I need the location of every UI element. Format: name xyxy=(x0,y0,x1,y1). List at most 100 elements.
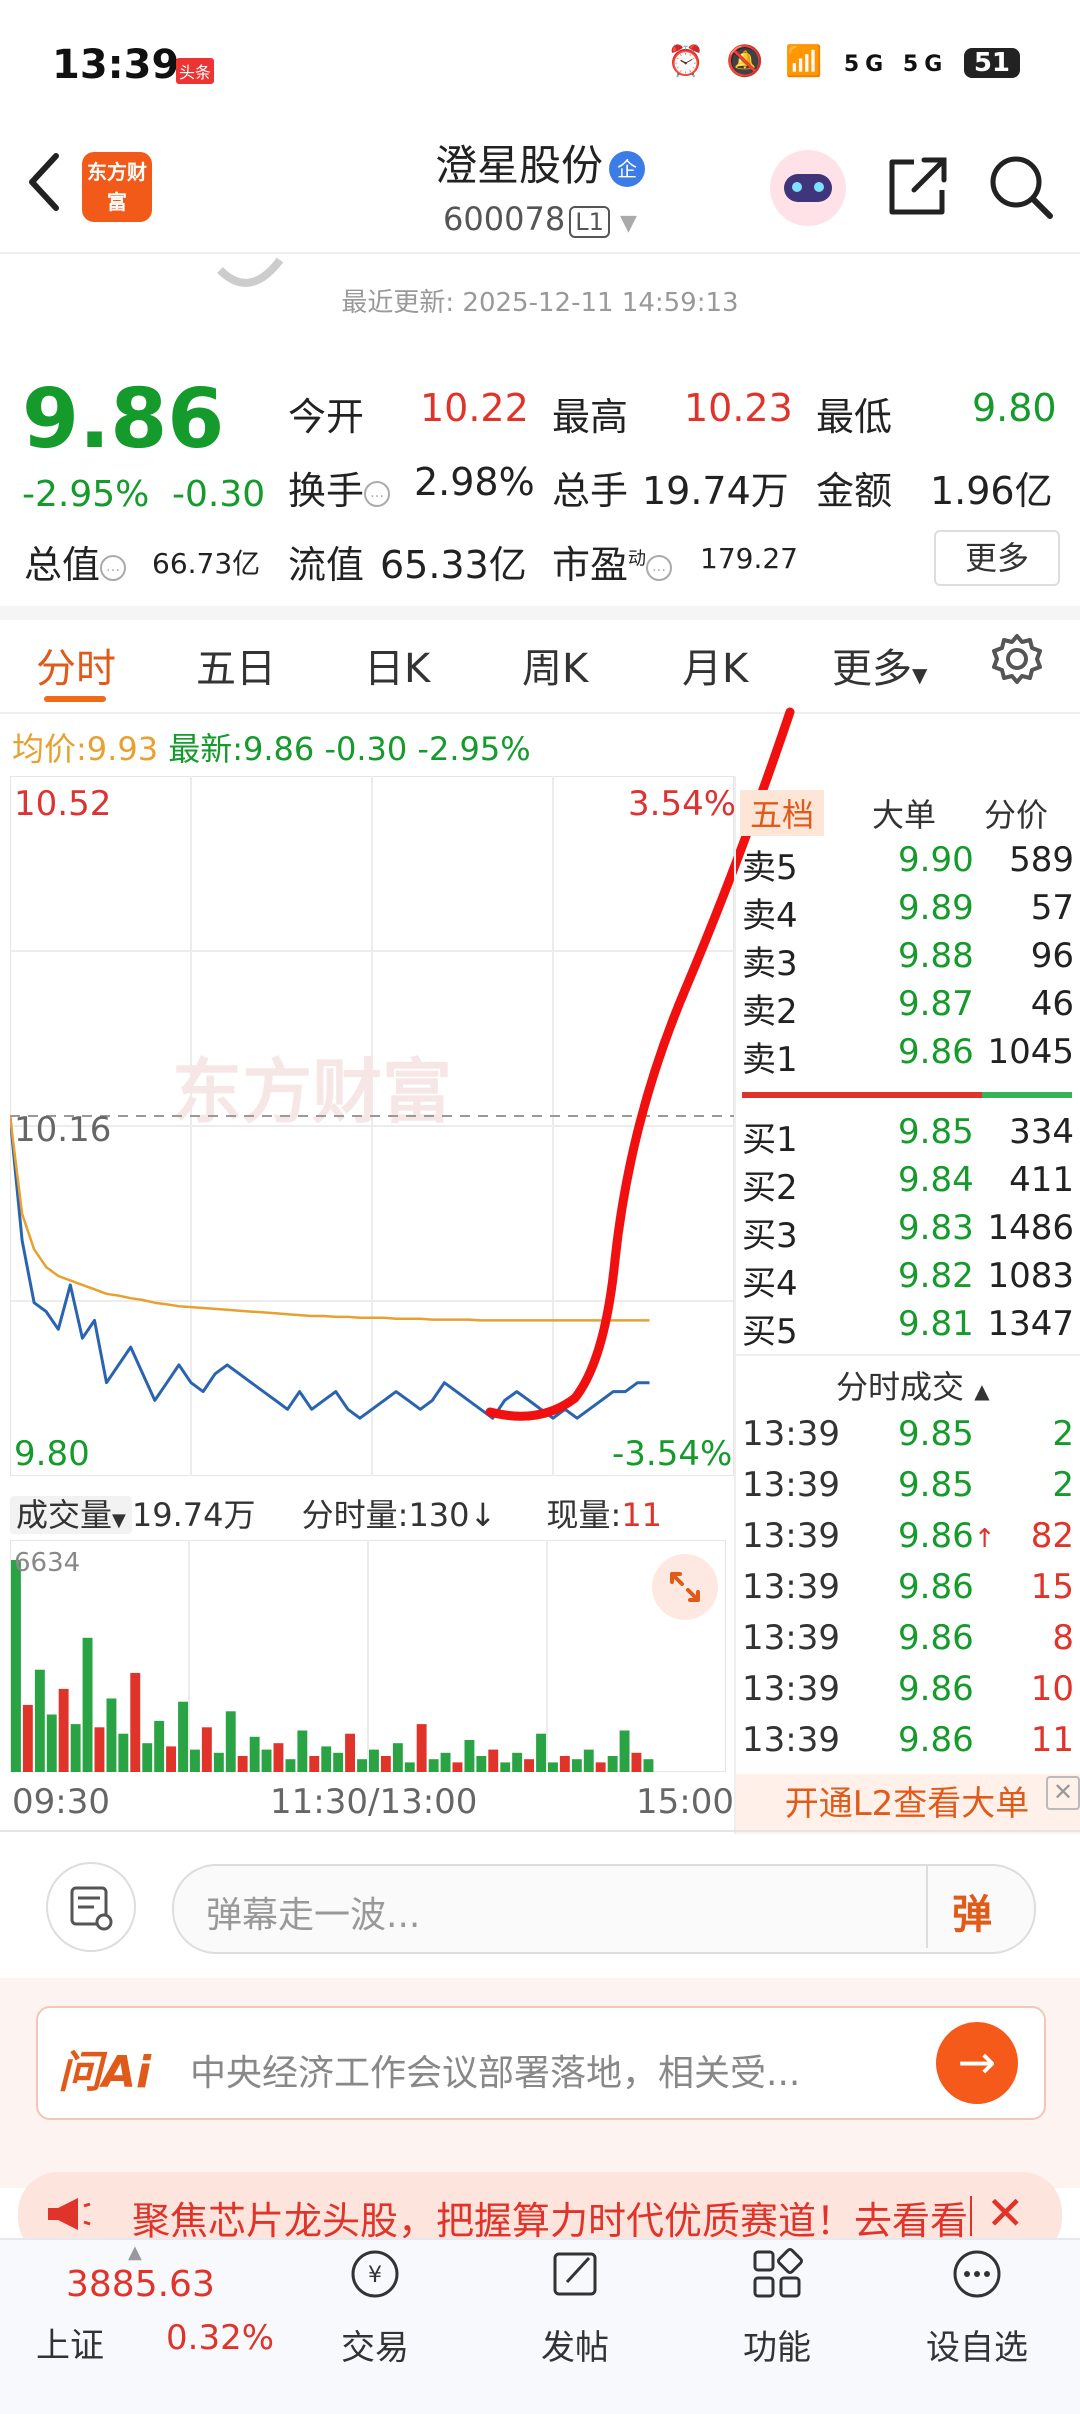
change-amount: -0.30 xyxy=(172,474,266,515)
tab-intraday[interactable]: 分时 xyxy=(36,636,116,694)
caret-down-icon: ▼ xyxy=(112,1510,126,1531)
tick-price: 9.85 xyxy=(898,1414,974,1454)
volume-bar xyxy=(321,1746,332,1772)
status-icons: ⏰ 🔕 📶 5G 5G 51 xyxy=(667,44,1020,79)
volume-chart[interactable] xyxy=(10,1540,726,1772)
volume-bar xyxy=(357,1759,367,1772)
level-volume: 334 xyxy=(1009,1112,1074,1152)
volume-bar xyxy=(595,1762,606,1772)
info-icon[interactable]: … xyxy=(646,554,673,581)
danmu-toggle-button[interactable]: 弹 xyxy=(952,1882,992,1940)
ai-go-button[interactable]: → xyxy=(936,2022,1018,2104)
tab-five-levels[interactable]: 五档 xyxy=(740,790,825,836)
close-icon[interactable]: ✕ xyxy=(986,2186,1025,2240)
promo-text[interactable]: 聚焦芯片龙头股，把握算力时代优质赛道！去看看 xyxy=(132,2190,972,2245)
nav-functions[interactable]: 功能 xyxy=(712,2246,842,2369)
level-price: 9.88 xyxy=(898,936,974,976)
volume-dropdown[interactable]: 成交量▼ xyxy=(10,1496,132,1534)
ask-row[interactable]: 卖3 9.88 96 xyxy=(742,936,1074,984)
bid-row[interactable]: 买1 9.85 334 xyxy=(742,1112,1074,1160)
l2-upgrade-banner[interactable]: 开通L2查看大单 xyxy=(734,1774,1080,1834)
y-axis-top-label: 10.52 xyxy=(14,784,112,824)
note-icon xyxy=(70,1886,113,1931)
tab-daily-k[interactable]: 日K xyxy=(364,636,430,694)
ai-suggestion-text[interactable]: 中央经济工作会议部署落地，相关受... xyxy=(190,2044,800,2096)
tab-more[interactable]: 更多▼ xyxy=(832,636,927,694)
bid-row[interactable]: 买2 9.84 411 xyxy=(742,1160,1074,1208)
volume-bar xyxy=(58,1688,69,1772)
info-icon[interactable]: … xyxy=(100,554,127,581)
tick-time: 13:39 xyxy=(742,1567,840,1607)
volume-bar xyxy=(213,1752,224,1772)
volume-bar xyxy=(404,1762,415,1772)
volume-bar xyxy=(178,1701,188,1772)
more-dots-icon xyxy=(953,2250,1001,2298)
section-separator xyxy=(0,606,1080,620)
volume-bar xyxy=(106,1698,117,1772)
grid-icon xyxy=(753,2248,803,2298)
alarm-icon: ⏰ xyxy=(667,44,711,79)
level-volume: 96 xyxy=(1030,936,1074,976)
ask-row[interactable]: 卖4 9.89 57 xyxy=(742,888,1074,936)
ask-row[interactable]: 卖1 9.86 1045 xyxy=(742,1032,1074,1080)
input-divider xyxy=(926,1866,928,1948)
level-price: 9.83 xyxy=(898,1208,974,1248)
chart-bottom-divider xyxy=(0,1830,1080,1832)
volume-bar xyxy=(631,1752,642,1772)
level-label: 卖5 xyxy=(742,848,798,888)
expand-icon xyxy=(670,1572,700,1602)
bid-row[interactable]: 买3 9.83 1486 xyxy=(742,1208,1074,1256)
danmu-settings-button[interactable] xyxy=(46,1862,136,1952)
volume-bar xyxy=(82,1637,93,1772)
nav-add-watchlist[interactable]: 设自选 xyxy=(912,2246,1042,2369)
level-price: 9.84 xyxy=(898,1160,974,1200)
volume-bar xyxy=(548,1762,558,1772)
bid-row[interactable]: 买4 9.82 1083 xyxy=(742,1256,1074,1304)
index-name[interactable]: 上证 xyxy=(36,2318,104,2367)
status-time: 13:39 xyxy=(52,42,180,88)
ai-robot-avatar[interactable] xyxy=(770,150,846,226)
more-stats-button[interactable]: 更多 xyxy=(934,530,1060,586)
share-icon[interactable] xyxy=(884,154,950,220)
tick-price: 9.86 xyxy=(898,1720,974,1760)
tick-volume: 2 xyxy=(1052,1414,1074,1454)
close-icon[interactable]: ✕ xyxy=(1046,1776,1080,1810)
tab-price-distribution[interactable]: 分价 xyxy=(984,790,1048,836)
tab-monthly-k[interactable]: 月K xyxy=(682,636,748,694)
level-label: 买2 xyxy=(742,1168,798,1208)
expand-chart-button[interactable] xyxy=(652,1554,718,1620)
tick-volume: 8 xyxy=(1052,1618,1074,1658)
volume-bar xyxy=(297,1730,308,1772)
nav-post[interactable]: 发帖 xyxy=(510,2246,640,2369)
order-book-tabs: 五档 大单 分价 xyxy=(740,790,1080,838)
active-tab-indicator xyxy=(44,696,106,702)
gear-icon[interactable] xyxy=(990,632,1044,686)
level-label: 卖1 xyxy=(742,1040,798,1080)
info-icon[interactable]: … xyxy=(364,480,391,507)
tab-weekly-k[interactable]: 周K xyxy=(522,636,588,694)
tab-big-orders[interactable]: 大单 xyxy=(872,790,936,836)
level-volume: 1486 xyxy=(987,1208,1074,1248)
ticks-divider xyxy=(734,1354,1080,1356)
bid-row[interactable]: 买5 9.81 1347 xyxy=(742,1304,1074,1352)
nav-trade[interactable]: ¥ 交易 xyxy=(310,2246,440,2369)
bid-ask-ratio-bar xyxy=(742,1092,1072,1098)
volume-bar xyxy=(571,1759,582,1772)
ticks-title[interactable]: 分时成交 ▲ xyxy=(836,1362,990,1408)
tab-five-day[interactable]: 五日 xyxy=(196,636,276,694)
volume-bar xyxy=(94,1727,105,1772)
low-label: 最低 xyxy=(816,395,893,439)
index-value[interactable]: 3885.63 xyxy=(66,2264,215,2305)
search-icon[interactable] xyxy=(986,152,1056,222)
level-volume: 46 xyxy=(1030,984,1074,1024)
tick-volume: 2 xyxy=(1052,1465,1074,1505)
turnover-value: 2.98% xyxy=(414,460,535,504)
level-volume: 1347 xyxy=(987,1304,1074,1344)
ask-row[interactable]: 卖2 9.87 46 xyxy=(742,984,1074,1032)
ask-row[interactable]: 卖5 9.90 589 xyxy=(742,840,1074,888)
volume-value: 19.74万 xyxy=(642,469,789,513)
caret-down-icon: ▼ xyxy=(912,663,928,687)
volume-bar xyxy=(476,1756,487,1772)
volume-bar xyxy=(500,1762,511,1772)
index-change[interactable]: 0.32% xyxy=(166,2318,274,2358)
